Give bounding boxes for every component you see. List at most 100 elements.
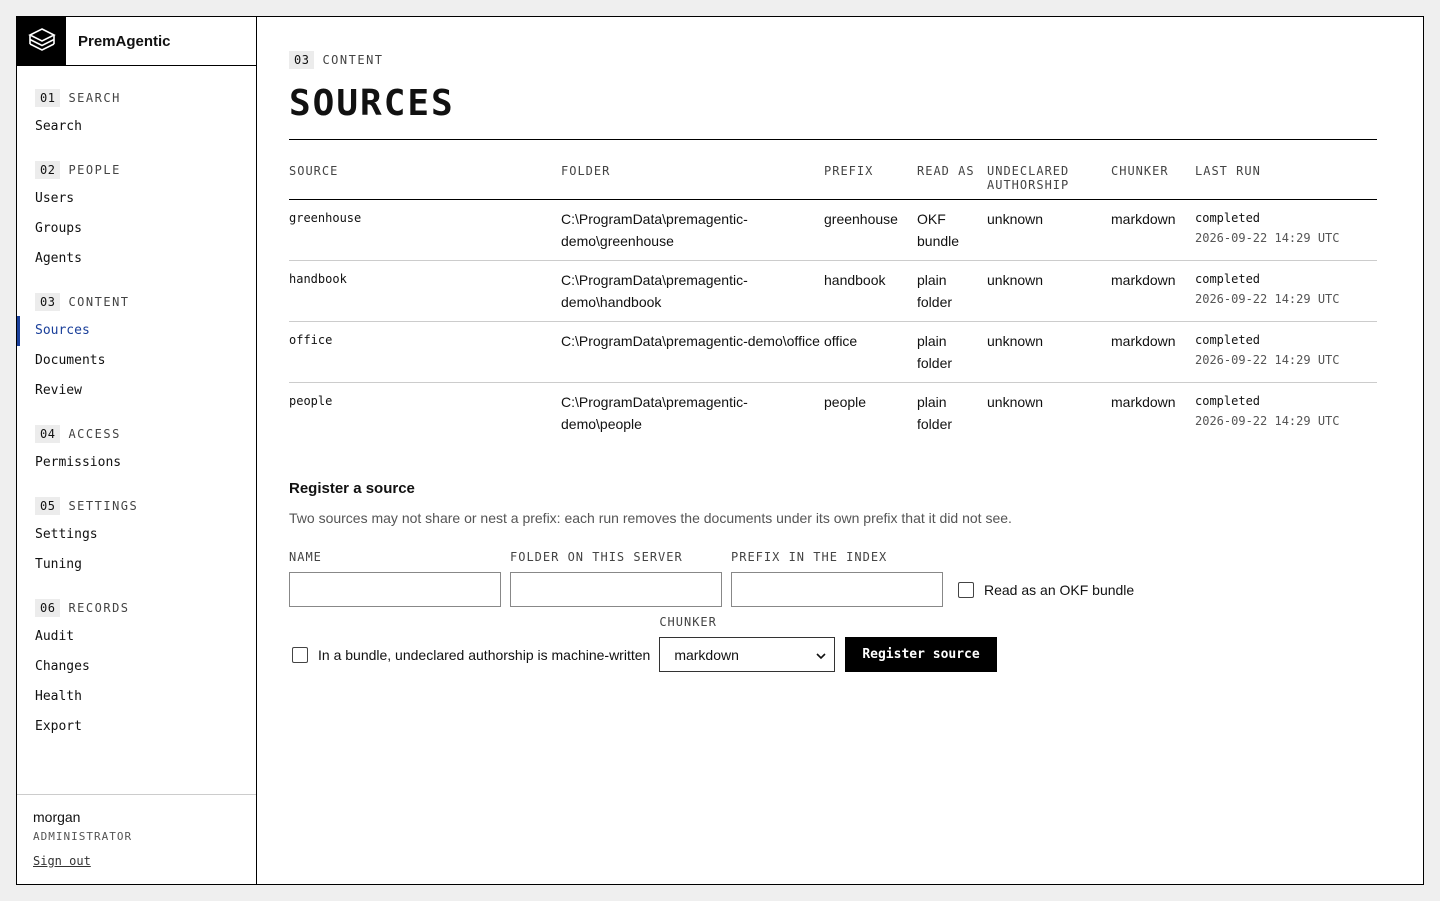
sidebar-item-review[interactable]: Review: [17, 376, 256, 406]
name-field: NAME: [289, 550, 501, 607]
sidebar-item-groups[interactable]: Groups: [17, 214, 256, 244]
cell-source[interactable]: greenhouse: [289, 199, 561, 261]
sidebar: PremAgentic 01 SEARCH Search 02 PEOPLE U…: [17, 17, 257, 884]
cell-prefix: office: [824, 321, 917, 383]
nav-group-label: RECORDS: [68, 601, 130, 615]
cell-read-as: plain folder: [917, 394, 953, 432]
table-header-row: SOURCE FOLDER PREFIX READ AS UNDECLARED …: [289, 140, 1377, 200]
nav-group-search: 01 SEARCH Search: [17, 88, 256, 142]
table-row[interactable]: people C:\ProgramData\premagentic-demo\p…: [289, 383, 1377, 444]
table-row[interactable]: office C:\ProgramData\premagentic-demo\o…: [289, 321, 1377, 383]
sidebar-item-agents[interactable]: Agents: [17, 244, 256, 274]
sidebar-item-search[interactable]: Search: [17, 112, 256, 142]
folder-input[interactable]: [510, 572, 722, 607]
cell-last-run: completed 2026-09-22 14:29 UTC: [1195, 199, 1377, 261]
cell-read-as: OKF bundle: [917, 199, 987, 261]
sidebar-item-changes[interactable]: Changes: [17, 652, 256, 682]
user-panel: morgan ADMINISTRATOR Sign out: [17, 794, 256, 884]
sidebar-item-permissions[interactable]: Permissions: [17, 448, 256, 478]
logo-icon: [17, 17, 66, 65]
table-row[interactable]: greenhouse C:\ProgramData\premagentic-de…: [289, 199, 1377, 261]
sidebar-item-settings[interactable]: Settings: [17, 520, 256, 550]
column-header-last-run[interactable]: LAST RUN: [1195, 140, 1377, 200]
column-header-chunker[interactable]: CHUNKER: [1111, 140, 1195, 200]
run-status: completed: [1195, 272, 1261, 286]
column-header-folder[interactable]: FOLDER: [561, 140, 824, 200]
name-input[interactable]: [289, 572, 501, 607]
sidebar-item-tuning[interactable]: Tuning: [17, 550, 256, 580]
nav-group-label: PEOPLE: [68, 163, 121, 177]
sidebar-item-sources[interactable]: Sources: [17, 316, 256, 346]
column-header-source[interactable]: SOURCE: [289, 140, 561, 200]
cell-authorship: unknown: [987, 394, 1044, 410]
column-header-prefix[interactable]: PREFIX: [824, 140, 917, 200]
folder-field: FOLDER ON THIS SERVER: [510, 550, 722, 607]
chunker-field: CHUNKER markdown: [659, 615, 836, 672]
register-note: Two sources may not share or nest a pref…: [289, 510, 1012, 526]
cell-chunker: markdown: [1111, 199, 1195, 261]
prefix-input[interactable]: [731, 572, 943, 607]
column-header-read-as[interactable]: READ AS: [917, 140, 987, 200]
cell-folder: C:\ProgramData\premagentic-demo\greenhou…: [561, 199, 824, 261]
run-time: 2026-09-22 14:29 UTC: [1195, 231, 1340, 245]
okf-bundle-option[interactable]: Read as an OKF bundle: [958, 572, 1134, 607]
user-role: ADMINISTRATOR: [33, 830, 133, 843]
machine-written-checkbox[interactable]: [292, 646, 308, 663]
machine-written-label: In a bundle, undeclared authorship is ma…: [318, 646, 651, 663]
cell-source[interactable]: people: [289, 383, 561, 444]
breadcrumb: 03 CONTENT: [289, 49, 1377, 71]
cell-source[interactable]: office: [289, 321, 561, 383]
cell-prefix: greenhouse: [824, 199, 917, 261]
run-time: 2026-09-22 14:29 UTC: [1195, 414, 1340, 428]
cell-prefix: handbook: [824, 260, 917, 322]
nav-group-label: CONTENT: [68, 295, 130, 309]
table-row[interactable]: handbook C:\ProgramData\premagentic-demo…: [289, 260, 1377, 322]
nav-group-settings: 05 SETTINGS Settings Tuning: [17, 496, 256, 580]
run-status: completed: [1195, 394, 1261, 408]
sidebar-item-users[interactable]: Users: [17, 184, 256, 214]
cell-authorship: unknown: [987, 321, 1111, 383]
okf-bundle-label: Read as an OKF bundle: [984, 581, 1135, 598]
sidebar-item-audit[interactable]: Audit: [17, 622, 256, 652]
cell-source[interactable]: handbook: [289, 260, 561, 322]
section-number: 03: [289, 51, 315, 69]
cell-read-as: plain folder: [917, 260, 987, 322]
brand: PremAgentic: [17, 17, 256, 66]
sidebar-nav: 01 SEARCH Search 02 PEOPLE Users Groups …: [17, 66, 256, 794]
sidebar-item-documents[interactable]: Documents: [17, 346, 256, 376]
cell-last-run: completed 2026-09-22 14:29 UTC: [1195, 260, 1377, 322]
page-title: SOURCES: [289, 83, 455, 124]
okf-bundle-checkbox[interactable]: [958, 581, 974, 598]
sidebar-item-export[interactable]: Export: [17, 712, 256, 742]
register-form-row-1: NAME FOLDER ON THIS SERVER PREFIX IN THE…: [289, 550, 1377, 607]
cell-folder: C:\ProgramData\premagentic-demo\office: [561, 321, 824, 383]
nav-group-number: 04: [35, 425, 61, 443]
brand-name: PremAgentic: [78, 32, 171, 50]
nav-group-access: 04 ACCESS Permissions: [17, 424, 256, 478]
nav-group-people: 02 PEOPLE Users Groups Agents: [17, 160, 256, 274]
sign-out-link[interactable]: Sign out: [33, 854, 91, 868]
register-source-button[interactable]: Register source: [845, 637, 997, 672]
cell-authorship: unknown: [987, 199, 1111, 261]
machine-written-option[interactable]: In a bundle, undeclared authorship is ma…: [292, 637, 650, 672]
folder-label: FOLDER ON THIS SERVER: [510, 550, 683, 564]
cell-authorship: unknown: [987, 260, 1111, 322]
column-header-authorship[interactable]: UNDECLARED AUTHORSHIP: [987, 140, 1111, 200]
run-time: 2026-09-22 14:29 UTC: [1195, 353, 1340, 367]
run-time: 2026-09-22 14:29 UTC: [1195, 292, 1340, 306]
cell-folder: C:\ProgramData\premagentic-demo\handbook: [561, 260, 824, 322]
cell-last-run: completed 2026-09-22 14:29 UTC: [1195, 321, 1377, 383]
nav-group-label: SETTINGS: [68, 499, 139, 513]
chunker-selected-value: markdown: [674, 646, 739, 663]
nav-group-number: 03: [35, 293, 61, 311]
cell-last-run: completed 2026-09-22 14:29 UTC: [1195, 383, 1377, 444]
nav-group-records: 06 RECORDS Audit Changes Health Export: [17, 598, 256, 742]
register-form-row-2: In a bundle, undeclared authorship is ma…: [289, 615, 1377, 672]
sidebar-item-health[interactable]: Health: [17, 682, 256, 712]
prefix-label: PREFIX IN THE INDEX: [731, 550, 888, 564]
prefix-field: PREFIX IN THE INDEX: [731, 550, 943, 607]
chunker-select[interactable]: markdown: [659, 637, 836, 672]
register-title: Register a source: [289, 480, 415, 497]
nav-group-number: 01: [35, 89, 61, 107]
cell-folder: C:\ProgramData\premagentic-demo\people: [561, 394, 748, 432]
